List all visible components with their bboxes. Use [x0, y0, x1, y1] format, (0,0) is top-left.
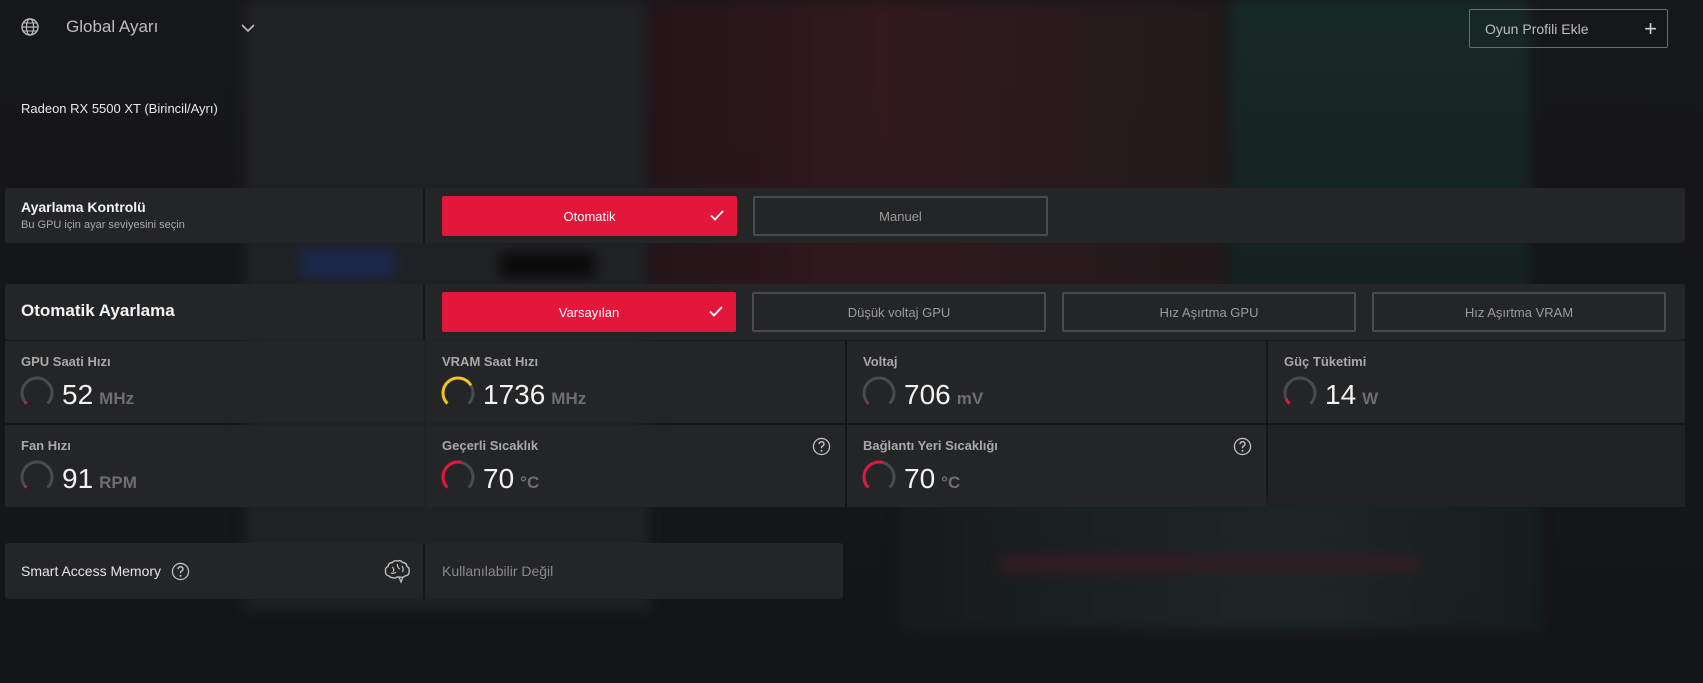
smart-access-memory-label-cell: Smart Access Memory [5, 543, 425, 599]
smart-access-memory-panel: Smart Access Memory Kullanılabilir Değil [5, 543, 843, 599]
gauge-icon [441, 460, 475, 489]
help-icon[interactable] [812, 437, 831, 456]
gauge-fill [862, 460, 883, 489]
gpu-name: Radeon RX 5500 XT (Birincil/Ayrı) [21, 101, 218, 116]
preset-undervolt-gpu-button[interactable]: Düşük voltaj GPU [752, 292, 1046, 332]
metric-fan-speed: Fan Hızı 91 RPM [5, 425, 424, 507]
metric-unit: W [1362, 389, 1379, 408]
metric-unit: °C [941, 473, 961, 492]
gauge-fill [23, 401, 28, 405]
metric-junction-temperature: Bağlantı Yeri Sıcaklığı 70 °C [847, 425, 1266, 507]
help-icon[interactable] [1233, 437, 1252, 456]
gauge-fill [1284, 398, 1291, 405]
tuning-control-title: Ayarlama Kontrolü [21, 199, 146, 215]
gauge-icon [1283, 376, 1317, 405]
tuning-automatic-label: Otomatik [563, 208, 616, 224]
metric-value: 52 [62, 379, 94, 410]
chevron-down-icon[interactable] [240, 20, 256, 36]
smart-access-memory-value: Kullanılabilir Değil [442, 563, 554, 579]
metric-name: Güç Tüketimi [1284, 354, 1367, 369]
add-game-profile-button[interactable]: Oyun Profili Ekle + [1469, 9, 1668, 48]
metric-name: VRAM Saat Hızı [442, 354, 539, 369]
metric-value: 706 [904, 379, 951, 410]
metric-power: Güç Tüketimi 14 W [1268, 341, 1685, 423]
help-icon[interactable] [171, 562, 190, 581]
preset-undervolt-gpu-label: Düşük voltaj GPU [847, 304, 951, 320]
preset-overclock-vram-button[interactable]: Hız Aşırtma VRAM [1372, 292, 1666, 332]
metric-unit: MHz [551, 389, 587, 408]
brain-icon [384, 559, 410, 584]
gauge-track [20, 460, 54, 489]
automatic-tuning-title: Otomatik Ayarlama [21, 301, 175, 320]
metric-value: 14 [1325, 379, 1357, 410]
metric-gpu-clock: GPU Saati Hızı 52 MHz [5, 341, 424, 423]
gauge-fill [441, 460, 462, 489]
automatic-tuning-label-cell: Otomatik Ayarlama [5, 284, 425, 340]
add-game-profile-label: Oyun Profili Ekle [1485, 20, 1589, 37]
metric-empty-cell [1268, 425, 1685, 507]
tuning-control-label-cell: Ayarlama Kontrolü Bu GPU için ayar seviy… [5, 188, 425, 243]
metric-value: 1736 [483, 379, 546, 410]
metric-value: 70 [483, 463, 515, 494]
metric-name: Geçerli Sıcaklık [442, 438, 539, 453]
metric-voltage: Voltaj 706 mV [847, 341, 1266, 423]
gauge-icon [862, 376, 896, 405]
automatic-tuning-panel: Otomatik Ayarlama Varsayılan Düşük volta… [5, 284, 1685, 340]
preset-overclock-gpu-label: Hız Aşırtma GPU [1159, 304, 1259, 320]
profile-selector[interactable]: Global Ayarı [20, 17, 158, 37]
tuning-manual-label: Manuel [879, 208, 922, 224]
check-icon [710, 210, 724, 221]
gauge-icon [20, 376, 54, 405]
metric-current-temperature: Geçerli Sıcaklık 70 °C [426, 425, 845, 507]
metrics-grid: GPU Saati Hızı 52 MHz VRAM Saat Hızı 1736… [5, 341, 1685, 508]
check-icon [709, 306, 723, 317]
metric-unit: RPM [99, 473, 137, 492]
gauge-fill [441, 376, 473, 405]
smart-access-memory-label: Smart Access Memory [21, 563, 162, 579]
metric-unit: °C [520, 473, 540, 492]
preset-default-label: Varsayılan [558, 304, 620, 320]
metric-unit: MHz [99, 389, 135, 408]
tuning-manual-button[interactable]: Manuel [753, 196, 1048, 236]
metric-vram-clock: VRAM Saat Hızı 1736 MHz [426, 341, 845, 423]
gauge-track [20, 376, 54, 405]
gauge-track [862, 376, 896, 405]
profile-selector-label: Global Ayarı [66, 17, 159, 36]
tuning-automatic-button[interactable]: Otomatik [442, 196, 737, 236]
tuning-control-panel: Ayarlama Kontrolü Bu GPU için ayar seviy… [5, 188, 1685, 243]
gauge-fill [866, 401, 870, 405]
metric-value: 91 [62, 463, 94, 494]
metric-name: Voltaj [863, 354, 898, 369]
gauge-icon [862, 460, 896, 489]
preset-default-button[interactable]: Varsayılan [442, 292, 736, 332]
metric-unit: mV [956, 389, 984, 408]
preset-overclock-vram-label: Hız Aşırtma VRAM [1464, 304, 1574, 320]
metric-name: GPU Saati Hızı [21, 354, 111, 369]
gauge-icon [441, 376, 475, 405]
gauge-track [1283, 376, 1317, 405]
metric-value: 70 [904, 463, 936, 494]
gauge-icon [20, 460, 54, 489]
plus-icon: + [1644, 15, 1657, 41]
tuning-control-subtitle: Bu GPU için ayar seviyesini seçin [21, 219, 185, 231]
gauge-fill [23, 485, 28, 489]
globe-icon [21, 18, 39, 36]
metric-name: Bağlantı Yeri Sıcaklığı [863, 438, 998, 453]
preset-overclock-gpu-button[interactable]: Hız Aşırtma GPU [1062, 292, 1356, 332]
metric-name: Fan Hızı [21, 438, 71, 453]
